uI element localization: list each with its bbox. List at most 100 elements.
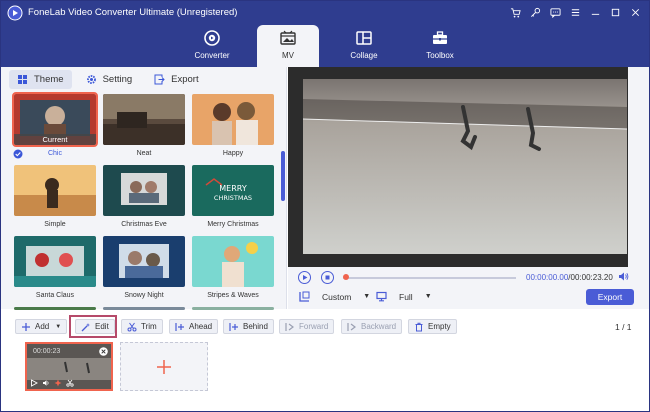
theme-simple[interactable]: Simple: [14, 165, 96, 228]
backward-button[interactable]: Backward: [341, 319, 403, 334]
video-frame: [302, 79, 628, 254]
window-controls: [507, 5, 643, 19]
aspect-ratio-icon: [299, 291, 310, 302]
theme-partial[interactable]: [192, 307, 274, 310]
menu-icon[interactable]: [567, 5, 583, 19]
theme-santa-claus[interactable]: Santa Claus: [14, 236, 96, 299]
behind-button[interactable]: Behind: [223, 319, 274, 334]
preview-panel: 00:00:00.00/00:00:23.20 Custom ▼ Full ▼ …: [288, 67, 649, 309]
panel-tabs: Theme Setting Export: [9, 70, 213, 89]
empty-label: Empty: [428, 322, 451, 331]
export-button[interactable]: Export: [586, 289, 634, 305]
forward-label: Forward: [299, 322, 329, 331]
minimize-icon[interactable]: [587, 5, 603, 19]
merry-christmas-art-text: MERRY: [219, 184, 247, 193]
app-title: FoneLab Video Converter Ultimate (Unregi…: [28, 7, 238, 18]
current-time: 00:00:00.00: [526, 273, 569, 282]
theme-label: Christmas Eve: [121, 221, 167, 228]
close-icon[interactable]: [627, 5, 643, 19]
trim-button[interactable]: Trim: [121, 319, 163, 334]
theme-panel: Theme Setting Export Current Chic Neat H…: [1, 67, 287, 310]
add-button[interactable]: Add ▼: [15, 319, 68, 334]
clip-duration: 00:00:23: [33, 348, 61, 355]
cart-icon[interactable]: [507, 5, 523, 19]
theme-christmas-eve[interactable]: Christmas Eve: [103, 165, 185, 228]
tab-collage[interactable]: Collage: [333, 25, 395, 67]
stop-icon[interactable]: [321, 271, 334, 284]
current-tag: Current: [14, 134, 96, 145]
checkmark-icon: [13, 149, 23, 159]
volume-icon[interactable]: [42, 379, 50, 387]
theme-neat[interactable]: Neat: [103, 94, 185, 157]
tab-converter-label: Converter: [194, 51, 230, 60]
forward-button[interactable]: Forward: [279, 319, 335, 334]
tab-converter[interactable]: Converter: [181, 25, 243, 67]
tab-setting-label: Setting: [102, 74, 133, 85]
theme-label: Santa Claus: [35, 292, 75, 299]
theme-snowy-night[interactable]: Snowy Night: [103, 236, 185, 299]
theme-thumbnail: [103, 236, 185, 287]
theme-thumbnail: [14, 165, 96, 216]
title-bar: FoneLab Video Converter Ultimate (Unregi…: [1, 1, 649, 67]
theme-label: Chic: [47, 150, 62, 157]
chat-icon[interactable]: [547, 5, 563, 19]
theme-thumbnail: [14, 236, 96, 287]
display-mode-select[interactable]: Full ▼: [376, 291, 432, 302]
progress-track[interactable]: [343, 277, 516, 279]
progress-handle[interactable]: [343, 274, 349, 280]
maximize-icon[interactable]: [607, 5, 623, 19]
plus-behind-icon: [229, 322, 238, 331]
chevron-down-icon: ▼: [424, 293, 432, 300]
theme-label: Snowy Night: [124, 292, 164, 299]
theme-merry-christmas[interactable]: MERRY CHRISTMAS Merry Christmas: [192, 165, 274, 228]
effect-star-icon[interactable]: [54, 379, 62, 387]
key-icon[interactable]: [527, 5, 543, 19]
play-icon[interactable]: [30, 379, 38, 387]
theme-label: Merry Christmas: [207, 221, 259, 228]
theme-thumbnail: MERRY CHRISTMAS: [192, 165, 274, 216]
chevron-down-icon: ▼: [363, 293, 371, 300]
mv-icon: [280, 30, 296, 45]
volume-icon[interactable]: [618, 271, 629, 282]
theme-label: Stripes & Waves: [207, 292, 259, 299]
add-clip-slot[interactable]: [120, 342, 208, 391]
aspect-ratio-select[interactable]: Custom ▼: [299, 291, 370, 302]
trash-icon: [415, 322, 423, 331]
theme-label: Neat: [136, 150, 152, 157]
merry-christmas-art-text: CHRISTMAS: [214, 194, 252, 202]
display-mode-value: Full: [399, 291, 413, 302]
edit-highlight-box: [69, 315, 117, 338]
tab-toolbox-label: Toolbox: [426, 51, 454, 60]
theme-happy[interactable]: Happy: [192, 94, 274, 157]
close-icon[interactable]: [99, 347, 108, 356]
theme-chic[interactable]: Current Chic: [12, 92, 98, 159]
theme-thumbnail: [14, 307, 96, 310]
theme-partial[interactable]: [103, 307, 185, 310]
tab-toolbox[interactable]: Toolbox: [409, 25, 471, 67]
theme-partial[interactable]: [14, 307, 96, 310]
ahead-button[interactable]: Ahead: [169, 319, 219, 334]
tab-collage-label: Collage: [350, 51, 378, 60]
theme-thumbnail: [103, 94, 185, 145]
theme-thumbnail: [192, 94, 274, 145]
forward-icon: [285, 322, 294, 331]
tab-setting[interactable]: Setting: [78, 70, 141, 89]
empty-button[interactable]: Empty: [408, 319, 457, 334]
theme-label: Simple: [44, 221, 66, 228]
theme-label: Happy: [222, 150, 244, 157]
video-preview: [288, 67, 628, 267]
theme-thumbnail: [192, 236, 274, 287]
ahead-label: Ahead: [189, 322, 213, 331]
play-icon[interactable]: [298, 271, 311, 284]
collage-icon: [356, 31, 372, 45]
tab-export[interactable]: Export: [146, 70, 206, 89]
grid-icon: [18, 75, 27, 84]
scissors-icon[interactable]: [66, 379, 74, 387]
behind-label: Behind: [243, 322, 268, 331]
tab-mv[interactable]: MV: [257, 25, 319, 67]
tab-theme[interactable]: Theme: [9, 70, 72, 89]
theme-scrollbar[interactable]: [281, 151, 285, 201]
theme-stripes-waves[interactable]: Stripes & Waves: [192, 236, 274, 299]
toolbox-icon: [433, 31, 447, 44]
video-clip[interactable]: 00:00:23: [25, 342, 113, 391]
